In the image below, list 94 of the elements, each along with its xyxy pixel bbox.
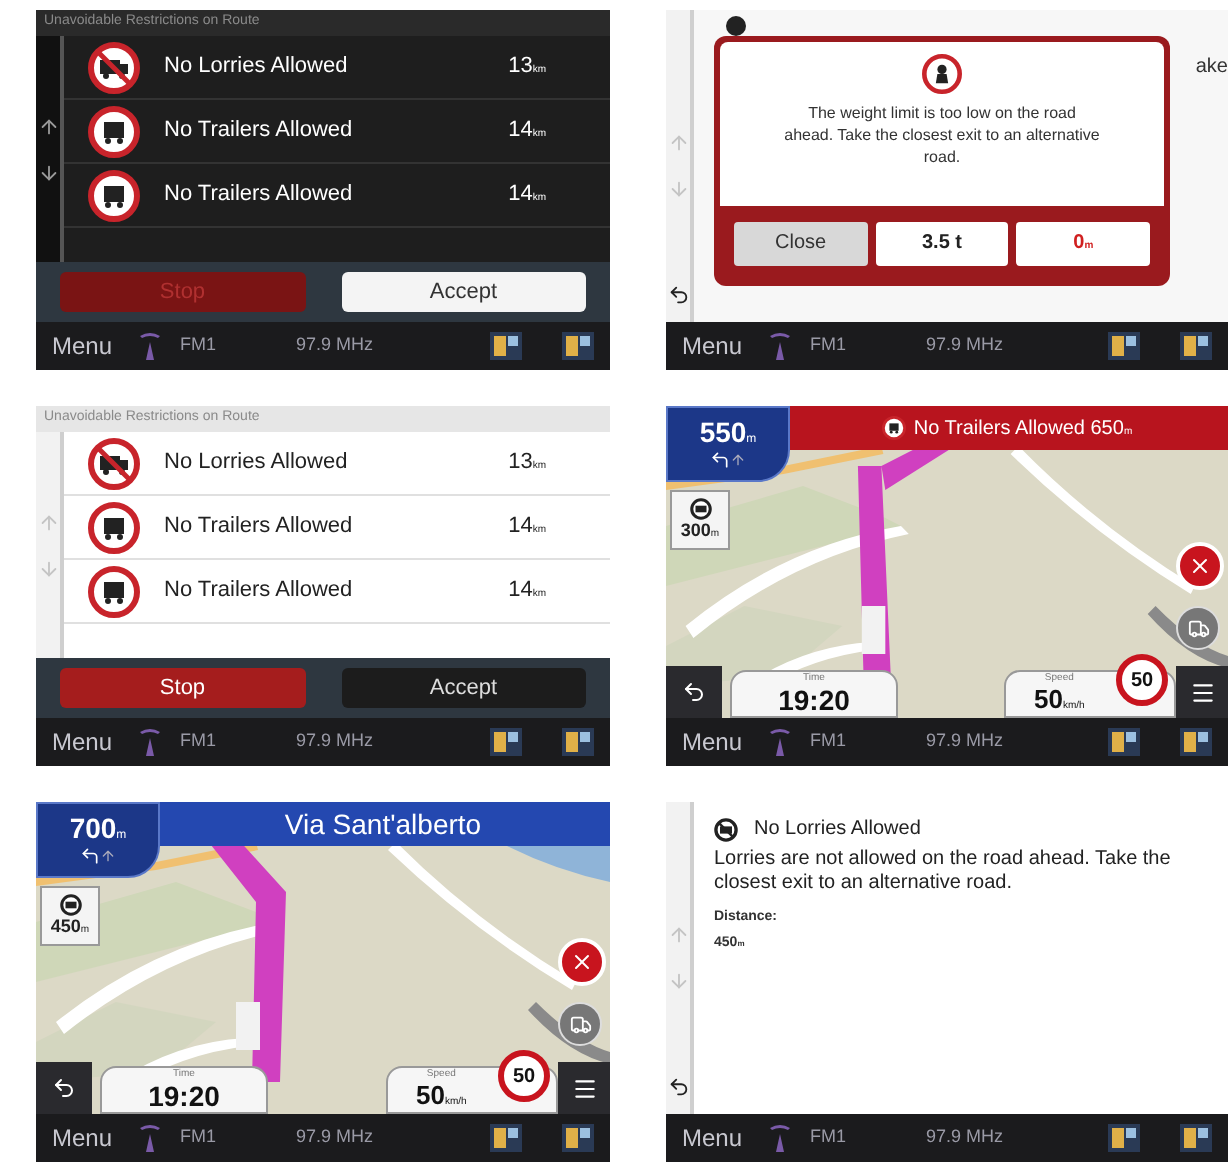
restriction-label: No Lorries Allowed bbox=[164, 448, 350, 479]
thumbnail-icon[interactable] bbox=[562, 332, 594, 360]
menu-button[interactable]: Menu bbox=[44, 1120, 121, 1156]
distance-text: Via Sant'alberto bbox=[284, 805, 482, 843]
radio-source-text: FM1 bbox=[180, 728, 217, 755]
radio-source-text: FM1 bbox=[180, 332, 217, 359]
back-button[interactable] bbox=[666, 666, 722, 718]
thumbnail-icon[interactable] bbox=[1180, 332, 1212, 360]
straight-arrow-icon bbox=[100, 848, 116, 864]
time-value: 19:20 bbox=[148, 1080, 220, 1112]
no-trailer-sign-icon bbox=[88, 565, 140, 617]
thumbnail-icon[interactable] bbox=[490, 332, 522, 360]
thumbnail-icon[interactable] bbox=[1180, 1124, 1212, 1152]
close-icon bbox=[1188, 554, 1212, 578]
menu-button[interactable]: Menu bbox=[674, 724, 751, 760]
menu-button[interactable]: Menu bbox=[44, 328, 121, 364]
menu-button[interactable]: Menu bbox=[674, 1120, 751, 1156]
distance-text: 700 bbox=[69, 814, 117, 844]
menu-button[interactable] bbox=[1176, 666, 1228, 718]
thumbnail-icon[interactable] bbox=[562, 728, 594, 756]
back-icon[interactable] bbox=[667, 284, 689, 306]
antenna-icon bbox=[766, 1124, 795, 1152]
frequency-text: 97.9 MHz bbox=[926, 332, 1004, 359]
no-trailer-sign-icon bbox=[88, 105, 140, 157]
scroll-down-icon[interactable] bbox=[37, 161, 59, 183]
no-trailer-sign-icon bbox=[88, 501, 140, 553]
antenna-icon bbox=[136, 728, 165, 756]
back-icon[interactable] bbox=[667, 1076, 689, 1098]
scroll-up-icon[interactable] bbox=[37, 115, 59, 137]
antenna-icon bbox=[766, 728, 795, 756]
distance-text: No Trailers Allowed 650 bbox=[913, 415, 1124, 443]
radio-source-text: FM1 bbox=[810, 332, 847, 359]
restriction-label: No Lorries Allowed bbox=[164, 52, 350, 83]
close-button[interactable]: Close bbox=[734, 221, 868, 265]
background-text: ake bbox=[1195, 54, 1228, 82]
accept-button[interactable]: Accept bbox=[341, 668, 586, 708]
distance-text: 13 bbox=[508, 448, 533, 479]
antenna-icon bbox=[136, 1124, 165, 1152]
menu-icon bbox=[1189, 679, 1215, 705]
turn-left-arrow-icon bbox=[710, 450, 730, 470]
radio-source-text: FM1 bbox=[810, 1124, 847, 1151]
stop-button[interactable]: Stop bbox=[60, 668, 305, 708]
frequency-text: 97.9 MHz bbox=[926, 1124, 1004, 1151]
truck-icon bbox=[1187, 617, 1209, 639]
truck-icon bbox=[569, 1013, 591, 1035]
antenna-icon bbox=[766, 332, 795, 360]
frequency-text: 97.9 MHz bbox=[296, 1124, 374, 1151]
back-button[interactable] bbox=[36, 1062, 92, 1114]
back-icon bbox=[682, 680, 706, 704]
distance-text: 13 bbox=[508, 52, 533, 83]
distance-text: 14 bbox=[508, 116, 533, 147]
distance-text: 300 bbox=[680, 519, 711, 540]
restriction-label: No Trailers Allowed bbox=[164, 512, 355, 543]
no-trailer-sign-icon bbox=[88, 169, 140, 221]
thumbnail-icon[interactable] bbox=[1108, 728, 1140, 756]
distance-text: 450 bbox=[50, 915, 81, 936]
thumbnail-icon[interactable] bbox=[1108, 1124, 1140, 1152]
distance-text: 0 bbox=[1073, 230, 1085, 258]
thumbnail-icon[interactable] bbox=[490, 728, 522, 756]
back-icon bbox=[52, 1076, 76, 1100]
antenna-icon bbox=[136, 332, 165, 360]
menu-icon bbox=[571, 1075, 597, 1101]
restriction-label: No Trailers Allowed bbox=[164, 576, 355, 607]
distance-text: 50 bbox=[416, 1080, 445, 1111]
distance-text: 50 bbox=[1034, 684, 1063, 715]
thumbnail-icon[interactable] bbox=[490, 1124, 522, 1152]
close-icon bbox=[570, 950, 594, 974]
distance-text: 14 bbox=[508, 180, 533, 211]
distance-text: 14 bbox=[508, 512, 533, 543]
weight-sign-icon bbox=[922, 54, 962, 94]
frequency-text: 97.9 MHz bbox=[926, 728, 1004, 755]
menu-button[interactable]: Menu bbox=[674, 328, 751, 364]
detail-title: No Lorries Allowed bbox=[754, 816, 921, 844]
restriction-label: No Trailers Allowed bbox=[164, 116, 355, 147]
distance-text: 14 bbox=[508, 576, 533, 607]
frequency-text: 97.9 MHz bbox=[296, 332, 374, 359]
accept-button[interactable]: Accept bbox=[341, 272, 586, 312]
detail-description: Lorries are not allowed on the road ahead. Take the closest exit to an alternative road. bbox=[714, 848, 1173, 896]
menu-button[interactable]: Menu bbox=[44, 724, 121, 760]
menu-button[interactable] bbox=[558, 1062, 610, 1114]
radio-source-text: FM1 bbox=[180, 1124, 217, 1151]
no-trailer-sign-icon bbox=[881, 416, 906, 440]
time-value: 19:20 bbox=[778, 684, 850, 716]
alert-message: The weight limit is too low on the road ahead. Take the closest exit to an alternative road. bbox=[782, 102, 1102, 168]
straight-arrow-icon bbox=[730, 452, 746, 468]
frequency-text: 97.9 MHz bbox=[296, 728, 374, 755]
turn-left-arrow-icon bbox=[80, 846, 100, 866]
restriction-label: No Trailers Allowed bbox=[164, 180, 355, 211]
thumbnail-icon[interactable] bbox=[1180, 728, 1212, 756]
thumbnail-icon[interactable] bbox=[1108, 332, 1140, 360]
distance-text: 550 bbox=[699, 418, 747, 448]
radio-source-text: FM1 bbox=[810, 728, 847, 755]
weight-limit-text: 3.5 t bbox=[875, 221, 1009, 265]
thumbnail-icon[interactable] bbox=[562, 1124, 594, 1152]
